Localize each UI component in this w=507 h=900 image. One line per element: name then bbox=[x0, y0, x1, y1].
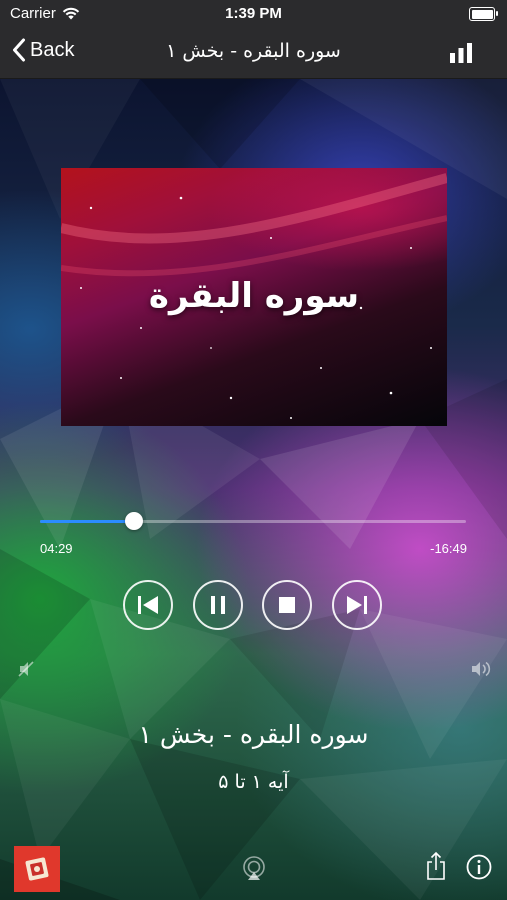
back-button-label: Back bbox=[30, 38, 75, 61]
track-subtitle: آیه ۱ تا ۵ bbox=[218, 771, 289, 793]
status-time: 1:39 PM bbox=[225, 5, 282, 22]
airplay-icon[interactable] bbox=[240, 855, 268, 881]
info-icon[interactable] bbox=[466, 854, 492, 880]
remaining-time: -16:49 bbox=[430, 541, 467, 556]
elapsed-time: 04:29 bbox=[40, 541, 73, 556]
book-icon bbox=[25, 857, 49, 881]
previous-button[interactable] bbox=[123, 580, 173, 630]
app-logo-button[interactable] bbox=[14, 846, 60, 892]
bar-chart-icon[interactable] bbox=[449, 42, 473, 64]
navigation-bar: Back سوره البقره - بخش ۱ bbox=[0, 28, 507, 79]
progress-thumb[interactable] bbox=[124, 512, 143, 530]
volume-max-icon bbox=[472, 661, 491, 677]
stop-button[interactable] bbox=[262, 580, 312, 630]
next-icon bbox=[347, 596, 367, 614]
previous-icon bbox=[138, 596, 158, 614]
stop-icon bbox=[279, 597, 295, 613]
album-artwork: سوره البقرة bbox=[61, 168, 447, 426]
artwork-title: سوره البقرة bbox=[148, 276, 360, 316]
track-title: سوره البقره - بخش ۱ bbox=[138, 720, 369, 749]
status-bar: Carrier 1:39 PM bbox=[0, 0, 507, 28]
pause-button[interactable] bbox=[193, 580, 243, 630]
next-button[interactable] bbox=[332, 580, 382, 630]
chevron-left-icon bbox=[13, 38, 25, 62]
progress-slider[interactable] bbox=[40, 512, 466, 530]
share-icon[interactable] bbox=[425, 851, 447, 881]
back-button[interactable]: Back bbox=[12, 38, 74, 62]
player-background: سوره البقرة 04:29 -16:49 سوره البقره - ب… bbox=[0, 79, 507, 900]
volume-min-icon bbox=[18, 661, 34, 677]
battery-icon bbox=[469, 7, 498, 21]
progress-fill bbox=[40, 520, 134, 523]
pause-icon bbox=[211, 596, 225, 614]
nav-title: سوره البقره - بخش ۱ bbox=[166, 40, 341, 62]
